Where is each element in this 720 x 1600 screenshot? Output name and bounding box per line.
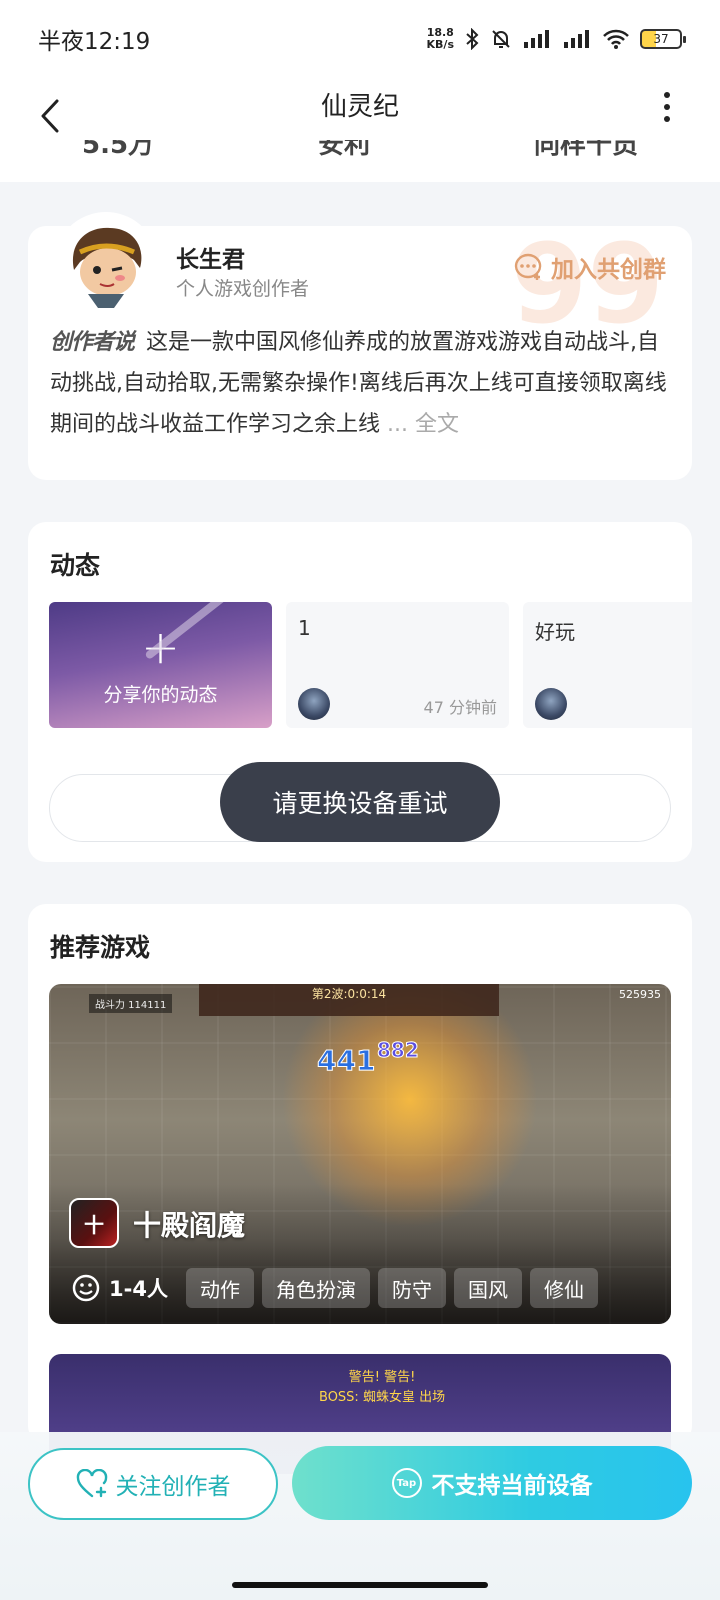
network-speed: 18.8 KB/s [427, 27, 454, 51]
more-dot-icon [664, 92, 670, 98]
more-dot-icon [664, 104, 670, 110]
wifi-icon [603, 29, 629, 49]
creator-name: 长生君 [176, 247, 245, 273]
more-menu-button[interactable] [664, 92, 670, 122]
smile-icon [72, 1274, 100, 1302]
post-text: 好玩 [535, 620, 575, 644]
game-tag[interactable]: 防守 [377, 1268, 446, 1308]
game-tag[interactable]: 修仙 [529, 1268, 598, 1308]
signal-icon-2 [564, 30, 589, 48]
hidden-tab[interactable]: 5.5万 [82, 140, 154, 160]
hidden-tab[interactable]: 同样千员 [534, 140, 638, 160]
post-author-avatar[interactable] [298, 688, 330, 720]
post-author-avatar[interactable] [535, 688, 567, 720]
game-hud-power: 战斗力 114111 [89, 994, 173, 1013]
game-icon[interactable]: 十 [69, 1198, 119, 1248]
game-banner[interactable]: 战斗力 114111 第2波:0:0:14 525935 441 882 十 十… [49, 984, 671, 1324]
feed-card: 动态 + 分享你的动态 1 47 分钟前 好玩 2 小 请更换设备重试 [28, 522, 692, 862]
feed-post-item[interactable]: 好玩 2 小 [523, 602, 692, 728]
creator-role: 个人游戏创作者 [176, 278, 310, 300]
share-post-tile[interactable]: + 分享你的动态 [49, 602, 272, 728]
taptap-icon: Tap [391, 1468, 422, 1498]
recommend-section-title: 推荐游戏 [50, 933, 151, 962]
unsupported-device-button[interactable]: Tap 不支持当前设备 [292, 1446, 692, 1520]
game-hud-gold: 525935 [619, 988, 661, 1001]
follow-creator-button[interactable]: 关注创作者 [28, 1448, 278, 1520]
damage-number: 882 [377, 1038, 420, 1063]
post-text: 1 [298, 616, 311, 640]
nav-bar: 5.5万 安利 同样千员 仙灵纪 [0, 78, 720, 182]
mute-bell-icon [492, 30, 510, 48]
heart-add-icon [76, 1469, 107, 1498]
status-icons: 18.8 KB/s 37 [427, 27, 686, 51]
feed-list: + 分享你的动态 1 47 分钟前 好玩 2 小 [49, 602, 692, 728]
toast-message: 请更换设备重试 [220, 762, 500, 842]
warning-line: BOSS: 蜘蛛女皇 出场 [319, 1390, 446, 1405]
status-bar: 半夜12:19 18.8 KB/s 37 [0, 0, 720, 78]
creator-card: 长生君 个人游戏创作者 99 加入共创群 创作者说 这是一款中国风修仙养成的放置游… [28, 212, 692, 480]
read-more-link[interactable]: ... 全文 [387, 412, 459, 437]
monkey-king-avatar-icon [54, 212, 158, 316]
warning-line: 警告! 警告! [348, 1370, 416, 1385]
page-title: 仙灵纪 [320, 92, 399, 122]
game-hud-wave: 第2波:0:0:14 [199, 984, 499, 1016]
bottom-action-bar: 关注创作者 Tap 不支持当前设备 [0, 1432, 720, 1600]
follow-label: 关注创作者 [115, 1474, 231, 1500]
battery-level: 37 [653, 32, 669, 46]
network-speed-unit: KB/s [426, 38, 454, 51]
game-tag[interactable]: 国风 [453, 1268, 522, 1308]
creator-description: 创作者说 这是一款中国风修仙养成的放置游戏游戏自动战斗,自动挑战,自动拾取,无需繁… [50, 322, 674, 445]
hidden-tab[interactable]: 安利 [318, 140, 370, 160]
status-time: 半夜12:19 [38, 29, 151, 55]
description-text: 这是一款中国风修仙养成的放置游戏游戏自动战斗,自动挑战,自动拾取,无需繁杂操作!… [50, 330, 667, 437]
damage-number: 441 [316, 1044, 376, 1078]
bluetooth-icon [466, 28, 479, 50]
join-group-label: 加入共创群 [551, 257, 666, 283]
feed-section-title: 动态 [50, 551, 101, 580]
feed-post-item[interactable]: 1 47 分钟前 [286, 602, 509, 728]
join-group-button[interactable]: 加入共创群 [513, 250, 666, 284]
description-label: 创作者说 [50, 330, 135, 355]
play-label: 不支持当前设备 [431, 1473, 593, 1499]
game-meta: 1-4人 动作 角色扮演 防守 国风 修仙 [71, 1268, 598, 1308]
game-name[interactable]: 十殿阎魔 [133, 1204, 245, 1244]
creator-avatar[interactable] [54, 212, 158, 316]
home-indicator[interactable] [232, 1582, 488, 1588]
signal-icon [524, 30, 549, 48]
game-tag[interactable]: 角色扮演 [261, 1268, 370, 1308]
chat-add-icon [514, 253, 542, 280]
battery-icon: 37 [640, 29, 686, 49]
game-warning: 警告! 警告! BOSS: 蜘蛛女皇 出场 [319, 1368, 445, 1408]
share-post-label: 分享你的动态 [103, 683, 218, 706]
more-dot-icon [664, 116, 670, 122]
hidden-tab-strip: 5.5万 安利 同样千员 [0, 140, 720, 166]
recommend-card: 推荐游戏 战斗力 114111 第2波:0:0:14 525935 441 88… [28, 904, 692, 1474]
player-count: 1-4人 [109, 1277, 168, 1301]
game-tag[interactable]: 动作 [185, 1268, 254, 1308]
post-time: 47 分钟前 [423, 698, 497, 717]
